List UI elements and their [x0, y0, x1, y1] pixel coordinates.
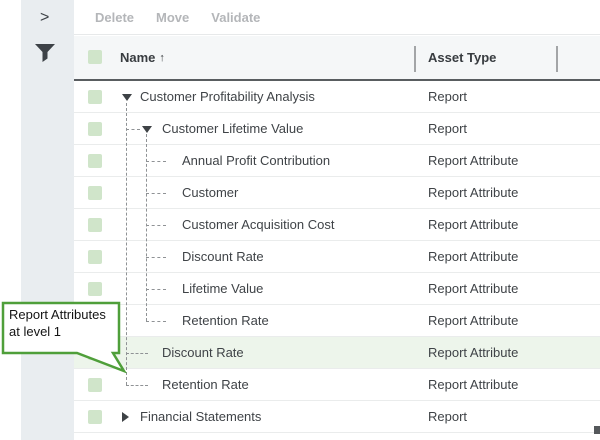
asset-type: Report Attribute — [428, 177, 518, 208]
table-header: Name ↑ Asset Type — [74, 36, 600, 81]
asset-type: Report Attribute — [428, 145, 518, 176]
row-checkbox[interactable] — [88, 218, 102, 232]
table-row[interactable]: Discount Rate Report Attribute — [74, 241, 600, 273]
tree-connector — [146, 321, 166, 322]
scrollbar-thumb[interactable] — [594, 426, 600, 434]
column-header-asset-type[interactable]: Asset Type — [428, 36, 496, 79]
table-row[interactable]: Customer Acquisition Cost Report Attribut… — [74, 209, 600, 241]
sort-ascending-icon: ↑ — [159, 52, 165, 64]
table-row[interactable]: Retention Rate Report Attribute — [74, 369, 600, 401]
tree-connector — [126, 385, 148, 386]
table-row[interactable]: Discount Rate Report Attribute — [74, 337, 600, 369]
column-divider[interactable] — [414, 46, 416, 72]
asset-name: Customer Profitability Analysis — [140, 81, 315, 112]
row-checkbox[interactable] — [88, 186, 102, 200]
app-window: > Delete Move Validate Name ↑ Asset Type… — [0, 0, 600, 440]
asset-type: Report Attribute — [428, 369, 518, 400]
asset-name: Customer Acquisition Cost — [182, 209, 334, 240]
tree-connector — [126, 129, 140, 130]
asset-name: Annual Profit Contribution — [182, 145, 330, 176]
icon-sidebar: > — [21, 0, 74, 440]
collapse-node-icon[interactable] — [142, 126, 152, 133]
tree-connector — [146, 193, 166, 194]
asset-name: Customer Lifetime Value — [162, 113, 303, 144]
table-row[interactable]: Customer Report Attribute — [74, 177, 600, 209]
row-checkbox[interactable] — [88, 90, 102, 104]
asset-name: Retention Rate — [182, 305, 269, 336]
asset-type: Report Attribute — [428, 273, 518, 304]
collapse-node-icon[interactable] — [122, 94, 132, 101]
asset-type: Report — [428, 81, 467, 112]
table-row[interactable]: Retention Rate Report Attribute — [74, 305, 600, 337]
table-body: Customer Profitability AnalysisReportCus… — [74, 81, 600, 433]
asset-type: Report Attribute — [428, 209, 518, 240]
funnel-glyph — [34, 43, 56, 63]
tree-guide-level2 — [146, 134, 147, 321]
column-divider[interactable] — [556, 46, 558, 72]
tree-connector — [146, 161, 166, 162]
row-checkbox[interactable] — [88, 378, 102, 392]
asset-name: Lifetime Value — [182, 273, 263, 304]
select-all-checkbox[interactable] — [88, 50, 102, 64]
table-row[interactable]: Lifetime Value Report Attribute — [74, 273, 600, 305]
validate-button[interactable]: Validate — [211, 10, 260, 25]
table-row[interactable]: Customer Lifetime Value Report — [74, 113, 600, 145]
asset-type: Report — [428, 113, 467, 144]
asset-type: Report Attribute — [428, 305, 518, 336]
asset-name: Discount Rate — [162, 337, 244, 368]
asset-type: Report — [428, 401, 467, 432]
actions-toolbar: Delete Move Validate — [74, 0, 600, 35]
tree-connector — [146, 257, 166, 258]
delete-button[interactable]: Delete — [95, 10, 134, 25]
row-checkbox[interactable] — [88, 410, 102, 424]
column-asset-type-label: Asset Type — [428, 50, 496, 65]
callout-text: Report Attributes at level 1 — [9, 306, 113, 340]
tree-guide-level1 — [126, 103, 127, 385]
tree-connector — [126, 353, 148, 354]
column-header-name[interactable]: Name ↑ — [120, 36, 165, 79]
column-name-label: Name — [120, 50, 155, 65]
row-checkbox[interactable] — [88, 154, 102, 168]
row-checkbox[interactable] — [88, 282, 102, 296]
table-row[interactable]: Customer Profitability Analysis Report — [74, 81, 600, 113]
tree-connector — [146, 289, 166, 290]
table-row[interactable]: Annual Profit Contribution Report Attribu… — [74, 145, 600, 177]
asset-type: Report Attribute — [428, 241, 518, 272]
row-checkbox[interactable] — [88, 122, 102, 136]
row-checkbox[interactable] — [88, 346, 102, 360]
asset-name: Retention Rate — [162, 369, 249, 400]
expand-panel-icon[interactable]: > — [40, 9, 49, 27]
move-button[interactable]: Move — [156, 10, 189, 25]
filter-icon[interactable] — [34, 43, 56, 63]
asset-name: Customer — [182, 177, 238, 208]
tree-connector — [146, 225, 166, 226]
asset-name: Discount Rate — [182, 241, 264, 272]
asset-type: Report Attribute — [428, 337, 518, 368]
expand-node-icon[interactable] — [122, 412, 129, 422]
table-row[interactable]: Financial Statements Report — [74, 401, 600, 433]
asset-name: Financial Statements — [140, 401, 261, 432]
row-checkbox[interactable] — [88, 250, 102, 264]
